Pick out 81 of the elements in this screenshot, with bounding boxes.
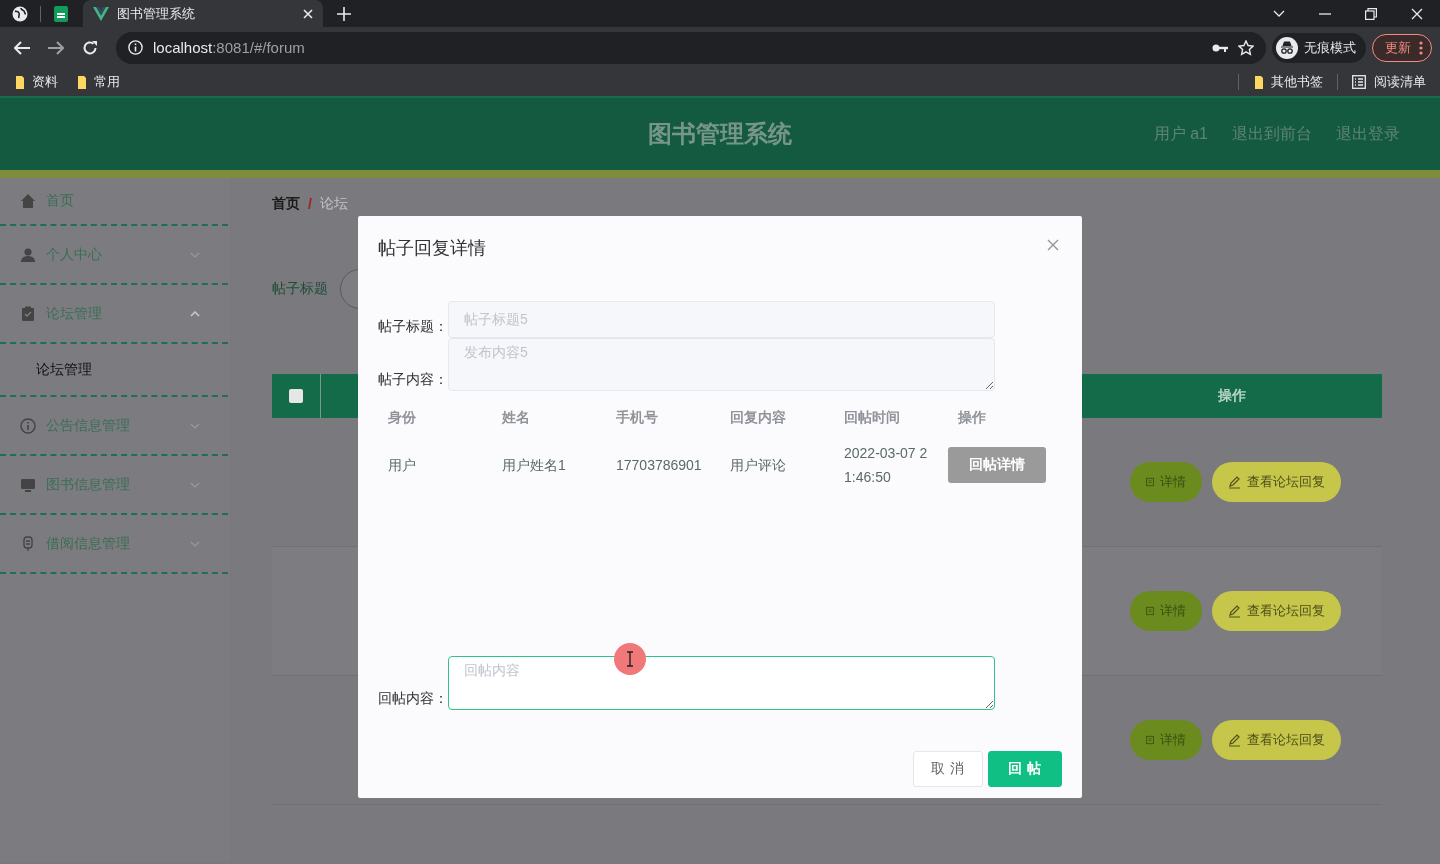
clipboard-icon — [20, 305, 36, 322]
pencil-icon — [1228, 475, 1241, 489]
column-header: 姓名 — [501, 408, 531, 427]
app-title: 图书管理系统 — [648, 120, 792, 147]
table-cell-text: 用户 — [387, 456, 417, 475]
breadcrumb-item: 论坛 — [319, 195, 348, 213]
info-icon[interactable] — [128, 40, 143, 55]
column-header: 回帖时间 — [843, 408, 901, 427]
folder-icon — [76, 74, 86, 90]
table-cell-text: 2022-03-07 21:46:50 — [843, 444, 929, 487]
document-icon — [1146, 475, 1154, 489]
info-icon — [20, 417, 36, 434]
table-cell-text: 用户姓名1 — [501, 456, 567, 475]
document-icon — [1146, 604, 1154, 618]
column-header: 回复内容 — [729, 408, 787, 427]
spreadsheet-icon[interactable] — [54, 5, 68, 22]
reload-icon[interactable] — [82, 39, 98, 56]
person-icon — [20, 246, 36, 263]
key-icon[interactable] — [1212, 42, 1228, 53]
more-icon — [1419, 40, 1423, 55]
field-label: 帖子内容： — [378, 371, 440, 389]
column-header: 手机号 — [615, 408, 659, 427]
monitor-icon — [20, 476, 36, 493]
incognito-icon[interactable] — [1276, 36, 1298, 59]
view-replies-button[interactable]: 查看论坛回复 — [1212, 462, 1341, 502]
bookmark-folder[interactable]: 资料 — [8, 71, 64, 93]
chevron-down-icon[interactable] — [1273, 9, 1285, 18]
breadcrumb-separator: / — [308, 196, 312, 212]
menu-item[interactable]: 首页 — [0, 178, 228, 226]
click-indicator-icon — [614, 643, 646, 675]
bookmark-folder[interactable]: 其他书签 — [1247, 71, 1329, 93]
folder-icon — [14, 74, 24, 90]
star-icon[interactable] — [1238, 39, 1254, 56]
home-icon — [20, 193, 36, 209]
v-logo-icon — [93, 6, 109, 21]
header-link[interactable]: 退出登录 — [1336, 123, 1400, 145]
menu-item[interactable]: 论坛管理 — [0, 285, 228, 344]
menu-item[interactable]: 公告信息管理 — [0, 397, 228, 456]
profile-label: 无痕模式 — [1304, 38, 1356, 57]
list-icon — [1352, 75, 1366, 89]
column-header: 身份 — [387, 408, 417, 427]
header-link[interactable]: 用户 a1 — [1153, 123, 1208, 145]
dialog-title: 帖子回复详情 — [378, 237, 486, 260]
reply-details-button[interactable]: 回帖详情 — [948, 447, 1046, 483]
submit-button[interactable]: 回 帖 — [988, 751, 1062, 787]
new-tab-icon[interactable] — [337, 6, 351, 21]
minimize-icon[interactable] — [1319, 12, 1331, 15]
table-cell-text: 17703786901 — [615, 456, 703, 475]
field-label: 回帖内容： — [378, 690, 440, 708]
menu-item[interactable]: 借阅信息管理 — [0, 515, 228, 574]
column-header: 操作 — [957, 408, 987, 427]
search-label: 帖子标题 — [272, 280, 328, 298]
back-arrow-icon[interactable] — [14, 40, 30, 55]
header-link[interactable]: 退出到前台 — [1232, 123, 1312, 145]
field-label: 帖子标题： — [378, 318, 440, 336]
document-icon — [1146, 733, 1154, 747]
restore-icon[interactable] — [1365, 7, 1377, 20]
bookmark-folder[interactable]: 常用 — [70, 71, 126, 93]
details-button[interactable]: 详情 — [1130, 720, 1202, 760]
view-replies-button[interactable]: 查看论坛回复 — [1212, 720, 1341, 760]
menu-item[interactable]: 个人中心 — [0, 226, 228, 285]
pencil-icon — [1228, 604, 1241, 618]
column-header: 操作 — [1217, 387, 1247, 405]
browser-tab[interactable]: 图书管理系统 — [83, 0, 323, 27]
microphone-icon — [20, 535, 36, 552]
update-button[interactable]: 更新 — [1372, 33, 1432, 62]
submenu-item[interactable]: 论坛管理 — [0, 344, 228, 397]
menu-item[interactable]: 图书信息管理 — [0, 456, 228, 515]
url-text[interactable]: localhost:8081/#/forum — [153, 39, 305, 56]
details-button[interactable]: 详情 — [1130, 462, 1202, 502]
reading-list-button[interactable]: 阅读清单 — [1346, 71, 1432, 93]
breadcrumb-item[interactable]: 首页 — [272, 195, 300, 213]
pencil-icon — [1228, 733, 1241, 747]
details-button[interactable]: 详情 — [1130, 591, 1202, 631]
cancel-button[interactable]: 取 消 — [913, 751, 983, 787]
folder-icon — [1253, 74, 1263, 90]
globe-icon[interactable] — [12, 5, 28, 22]
checkbox[interactable] — [289, 389, 303, 403]
forward-arrow-icon[interactable] — [48, 40, 64, 55]
view-replies-button[interactable]: 查看论坛回复 — [1212, 591, 1341, 631]
table-cell-text: 用户评论 — [729, 456, 787, 475]
